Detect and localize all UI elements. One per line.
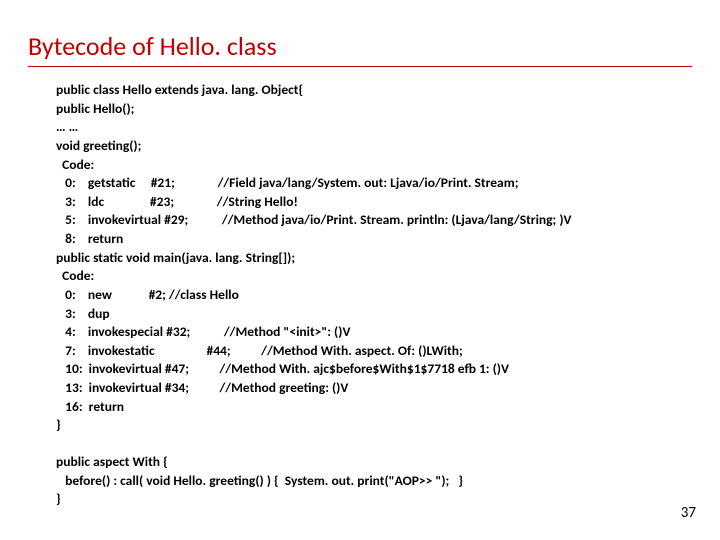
code-line: } — [56, 490, 692, 509]
code-line: Code: — [56, 156, 692, 175]
code-line: … … — [56, 118, 692, 137]
code-line: 16: return — [56, 398, 692, 417]
title-underline — [28, 66, 692, 67]
code-line: 7: invokestatic #44; //Method With. aspe… — [56, 342, 692, 361]
code-line: 10: invokevirtual #47; //Method With. aj… — [56, 360, 692, 379]
page-number: 37 — [681, 504, 696, 522]
code-line: 0: getstatic #21; //Field java/lang/Syst… — [56, 174, 692, 193]
code-line: 8: return — [56, 230, 692, 249]
code-line: public aspect With { — [56, 453, 692, 472]
code-line: 0: new #2; //class Hello — [56, 286, 692, 305]
code-line: void greeting(); — [56, 137, 692, 156]
code-line: 3: dup — [56, 305, 692, 324]
code-line: 13: invokevirtual #34; //Method greeting… — [56, 379, 692, 398]
code-line: } — [56, 416, 692, 435]
code-line: public static void main(java. lang. Stri… — [56, 249, 692, 268]
code-line: Code: — [56, 267, 692, 286]
slide-title: Bytecode of Hello. class — [28, 30, 692, 62]
code-line: 5: invokevirtual #29; //Method java/io/P… — [56, 211, 692, 230]
code-line: 4: invokespecial #32; //Method "<init>":… — [56, 323, 692, 342]
bytecode-listing: public class Hello extends java. lang. O… — [28, 81, 692, 435]
code-line: public Hello(); — [56, 100, 692, 119]
code-line: 3: ldc #23; //String Hello! — [56, 193, 692, 212]
aspect-listing: public aspect With { before() : call( vo… — [28, 453, 692, 509]
code-line: before() : call( void Hello. greeting() … — [56, 472, 692, 491]
code-line: public class Hello extends java. lang. O… — [56, 81, 692, 100]
